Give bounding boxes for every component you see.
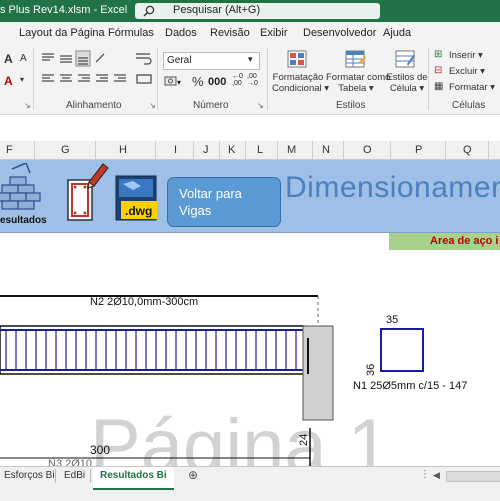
- tab-page-layout[interactable]: Layout da Página: [19, 27, 105, 39]
- search-icon: [143, 5, 155, 17]
- back-to-beams-label: Voltar para Vigas: [179, 186, 242, 218]
- ribbon-divider: [267, 48, 268, 110]
- stirrup-label: N1 25Ø5mm c/15 - 147: [353, 380, 468, 392]
- format-as-table-button[interactable]: Formatar como Tabela ▾: [326, 72, 390, 94]
- sheet-tab-esforcos[interactable]: Esforços Bi: [4, 470, 55, 488]
- percent-style-icon[interactable]: %: [192, 74, 204, 89]
- column-header[interactable]: N: [322, 144, 330, 156]
- format-button[interactable]: Formatar ▾: [449, 82, 495, 93]
- delete-button[interactable]: Excluir ▾: [449, 66, 485, 77]
- cell-styles-button[interactable]: Estilos de Célula ▾: [385, 72, 429, 94]
- insert-button[interactable]: Inserir ▾: [449, 50, 483, 61]
- dialog-launcher-icon[interactable]: ↘: [149, 101, 156, 110]
- chevron-down-icon: ▾: [248, 54, 253, 64]
- add-sheet-icon[interactable]: ⊕: [188, 468, 198, 482]
- column-header[interactable]: Q: [463, 144, 472, 156]
- span-length-label: 300: [90, 443, 111, 457]
- more-options-icon[interactable]: ⋮: [420, 469, 430, 480]
- font-color-icon[interactable]: A: [4, 74, 13, 88]
- search-box[interactable]: Pesquisar (Alt+G): [135, 3, 380, 19]
- group-label-number: Número: [193, 100, 229, 111]
- section-height-label: 36: [365, 363, 377, 376]
- section-width-label: 35: [386, 314, 399, 326]
- tab-review[interactable]: Revisão: [210, 27, 250, 39]
- delete-cells-icon: ⊟: [434, 65, 443, 76]
- dialog-launcher-icon[interactable]: ↘: [24, 101, 31, 110]
- beam-section-edit-icon[interactable]: [62, 160, 112, 226]
- decrease-decimal-icon[interactable]: ,00 →0: [247, 73, 258, 87]
- column-header[interactable]: F: [6, 144, 13, 156]
- steel-area-cell[interactable]: Area de aço i: [389, 233, 500, 250]
- sheet-tab-resultados[interactable]: Resultados Bi: [93, 467, 174, 490]
- dropdown-arrow-icon[interactable]: ▾: [20, 75, 24, 84]
- group-label-alignment: Alinhamento: [66, 100, 122, 111]
- dwg-export-icon[interactable]: .dwg: [113, 174, 159, 222]
- column-headers: F G H I J K L M N O P Q: [0, 141, 500, 160]
- banner-heading: Dimensionamen: [285, 171, 500, 204]
- comma-style-icon[interactable]: 000: [208, 76, 226, 88]
- wrap-merge-icons[interactable]: [134, 50, 156, 90]
- tab-help[interactable]: Ajuda: [383, 27, 411, 39]
- column-header[interactable]: P: [415, 144, 422, 156]
- search-placeholder: Pesquisar (Alt+G): [173, 4, 261, 16]
- dwg-label: .dwg: [125, 204, 152, 218]
- ribbon-divider: [428, 48, 429, 110]
- tab-developer[interactable]: Desenvolvedor: [303, 27, 376, 39]
- group-label-styles: Estilos: [336, 100, 366, 111]
- brick-wall-icon[interactable]: [0, 163, 44, 213]
- depth-label: 24: [298, 433, 310, 446]
- ribbon-tabs: Layout da Página Fórmulas Dados Revisão …: [0, 22, 500, 44]
- font-size-decrease-icon[interactable]: A: [20, 53, 27, 64]
- column-header[interactable]: O: [363, 144, 372, 156]
- title-bar: s Plus Rev14.xlsm - Excel Pesquisar (Alt…: [0, 0, 500, 22]
- top-bar-label: N2 2Ø10,0mm-300cm: [90, 296, 199, 308]
- chevron-down-icon[interactable]: ▾: [177, 78, 181, 87]
- column-header[interactable]: L: [257, 144, 263, 156]
- dialog-launcher-icon[interactable]: ↘: [257, 101, 264, 110]
- formula-bar-area: [0, 115, 500, 141]
- column-header[interactable]: M: [287, 144, 296, 156]
- sheet-tab-edbi[interactable]: EdBi: [64, 470, 85, 488]
- format-cells-icon: ▦: [434, 81, 444, 92]
- column-header[interactable]: J: [203, 144, 209, 156]
- back-to-beams-button[interactable]: Voltar para Vigas: [167, 177, 281, 227]
- conditional-formatting-icon[interactable]: [287, 50, 309, 70]
- column-header[interactable]: K: [228, 144, 235, 156]
- sheet-tab-bar: Esforços Bi EdBi Resultados Bi ⊕ ⋮ ◀: [0, 466, 500, 501]
- column-header[interactable]: I: [174, 144, 177, 156]
- tab-data[interactable]: Dados: [165, 27, 197, 39]
- accounting-format-icon[interactable]: [164, 74, 178, 88]
- beam-drawing: [0, 295, 424, 466]
- insert-cells-icon: ⊞: [434, 49, 443, 60]
- scroll-left-icon[interactable]: ◀: [433, 470, 440, 481]
- tab-formulas[interactable]: Fórmulas: [108, 27, 154, 39]
- increase-decimal-icon[interactable]: ←0,00: [232, 73, 243, 87]
- results-label: esultados: [0, 215, 47, 226]
- alignment-buttons[interactable]: [40, 50, 130, 90]
- conditional-formatting-button[interactable]: Formatação Condicional ▾: [272, 72, 329, 94]
- number-format-value: Geral: [167, 55, 192, 66]
- horizontal-scrollbar[interactable]: [446, 471, 500, 482]
- font-size-increase-icon[interactable]: A: [4, 52, 13, 66]
- window-title: s Plus Rev14.xlsm - Excel: [0, 4, 128, 16]
- ribbon-divider: [33, 48, 34, 110]
- column-header[interactable]: H: [119, 144, 127, 156]
- format-as-table-icon[interactable]: [345, 50, 367, 70]
- cell-styles-icon[interactable]: [395, 50, 417, 70]
- group-label-cells: Células: [452, 100, 486, 111]
- steel-area-label: Area de aço i: [430, 235, 499, 247]
- number-format-select[interactable]: Geral ▾: [163, 52, 260, 70]
- cross-section: [380, 328, 424, 372]
- column-header[interactable]: G: [61, 144, 70, 156]
- ribbon: A A A ▾ ↘ Alinhamento ↘ Geral ▾ ▾ % 000 …: [0, 44, 500, 115]
- ribbon-divider: [157, 48, 158, 110]
- tab-view[interactable]: Exibir: [260, 27, 288, 39]
